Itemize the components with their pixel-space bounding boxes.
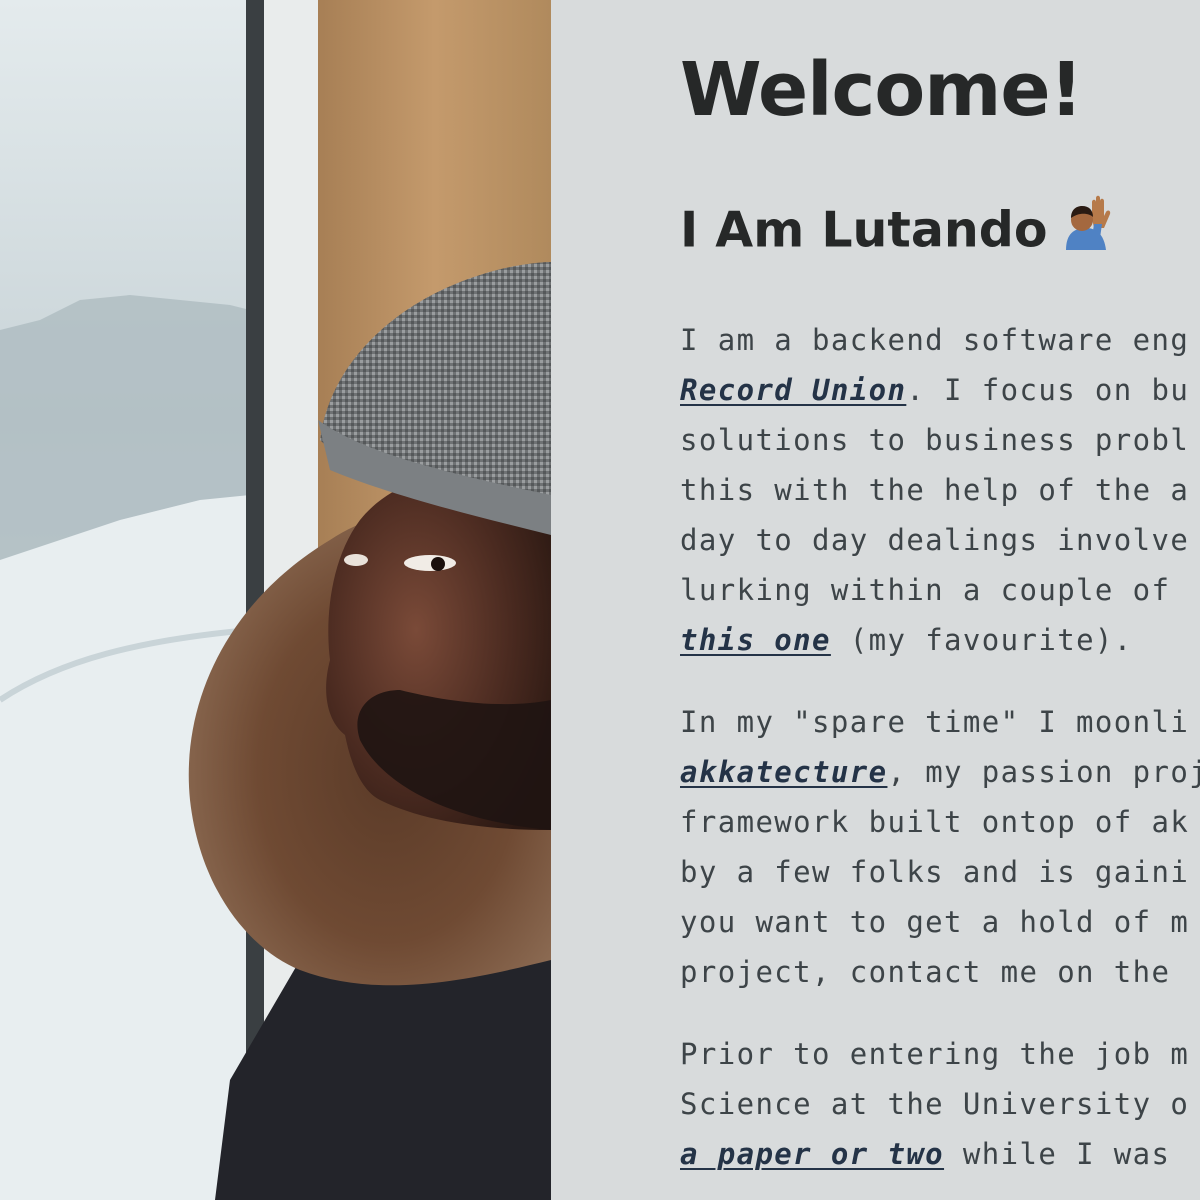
profile-photo <box>0 0 551 1200</box>
intro-section: Welcome! I Am Lutando I am a backend sof… <box>551 0 1200 1200</box>
page: Welcome! I Am Lutando I am a backend sof… <box>0 0 1200 1200</box>
p2-line-4: by a few folks and is gaini <box>680 855 1190 889</box>
p1-line-7: this one (my favourite). <box>680 615 1189 665</box>
paper-link[interactable]: a paper or two <box>680 1137 944 1171</box>
p2-line-5: you want to get a hold of m <box>680 905 1190 939</box>
record-union-link[interactable]: Record Union <box>680 373 906 407</box>
p3-line-3: a paper or two while I was <box>680 1129 1189 1179</box>
name-text: I Am Lutando <box>680 201 1048 259</box>
p3-line-1: Prior to entering the job m <box>680 1037 1190 1071</box>
p1-line-3: solutions to business probl <box>680 423 1190 457</box>
this-one-link[interactable]: this one <box>680 623 831 657</box>
welcome-heading: Welcome! <box>680 47 1083 133</box>
p1-line-4: this with the help of the a <box>680 473 1190 507</box>
paragraph-intro: I am a backend software eng Record Union… <box>680 315 1189 665</box>
p2-line-2-text: , my passion proj <box>887 755 1200 789</box>
p2-line-6: project, contact me on the <box>680 955 1171 989</box>
paragraph-education: Prior to entering the job m Science at t… <box>680 1029 1189 1179</box>
p1-line-1: I am a backend software eng <box>680 323 1190 357</box>
p3-line-3-text: while I was <box>944 1137 1171 1171</box>
akkatecture-link[interactable]: akkatecture <box>680 755 887 789</box>
p1-line-2: Record Union. I focus on bu <box>680 365 1189 415</box>
p2-line-1: In my "spare time" I moonli <box>680 705 1190 739</box>
p1-line-2-text: . I focus on bu <box>906 373 1190 407</box>
raising-hand-emoji-icon <box>1062 194 1114 264</box>
name-heading: I Am Lutando <box>680 195 1114 268</box>
p1-line-5: day to day dealings involve <box>680 523 1190 557</box>
p2-line-2: akkatecture, my passion proj <box>680 747 1200 797</box>
paragraph-spare-time: In my "spare time" I moonli akkatecture,… <box>680 697 1200 997</box>
p3-line-2: Science at the University o <box>680 1087 1190 1121</box>
p1-line-6: lurking within a couple of <box>680 573 1171 607</box>
p2-line-3: framework built ontop of ak <box>680 805 1190 839</box>
p1-line-7-text: (my favourite). <box>830 623 1133 657</box>
